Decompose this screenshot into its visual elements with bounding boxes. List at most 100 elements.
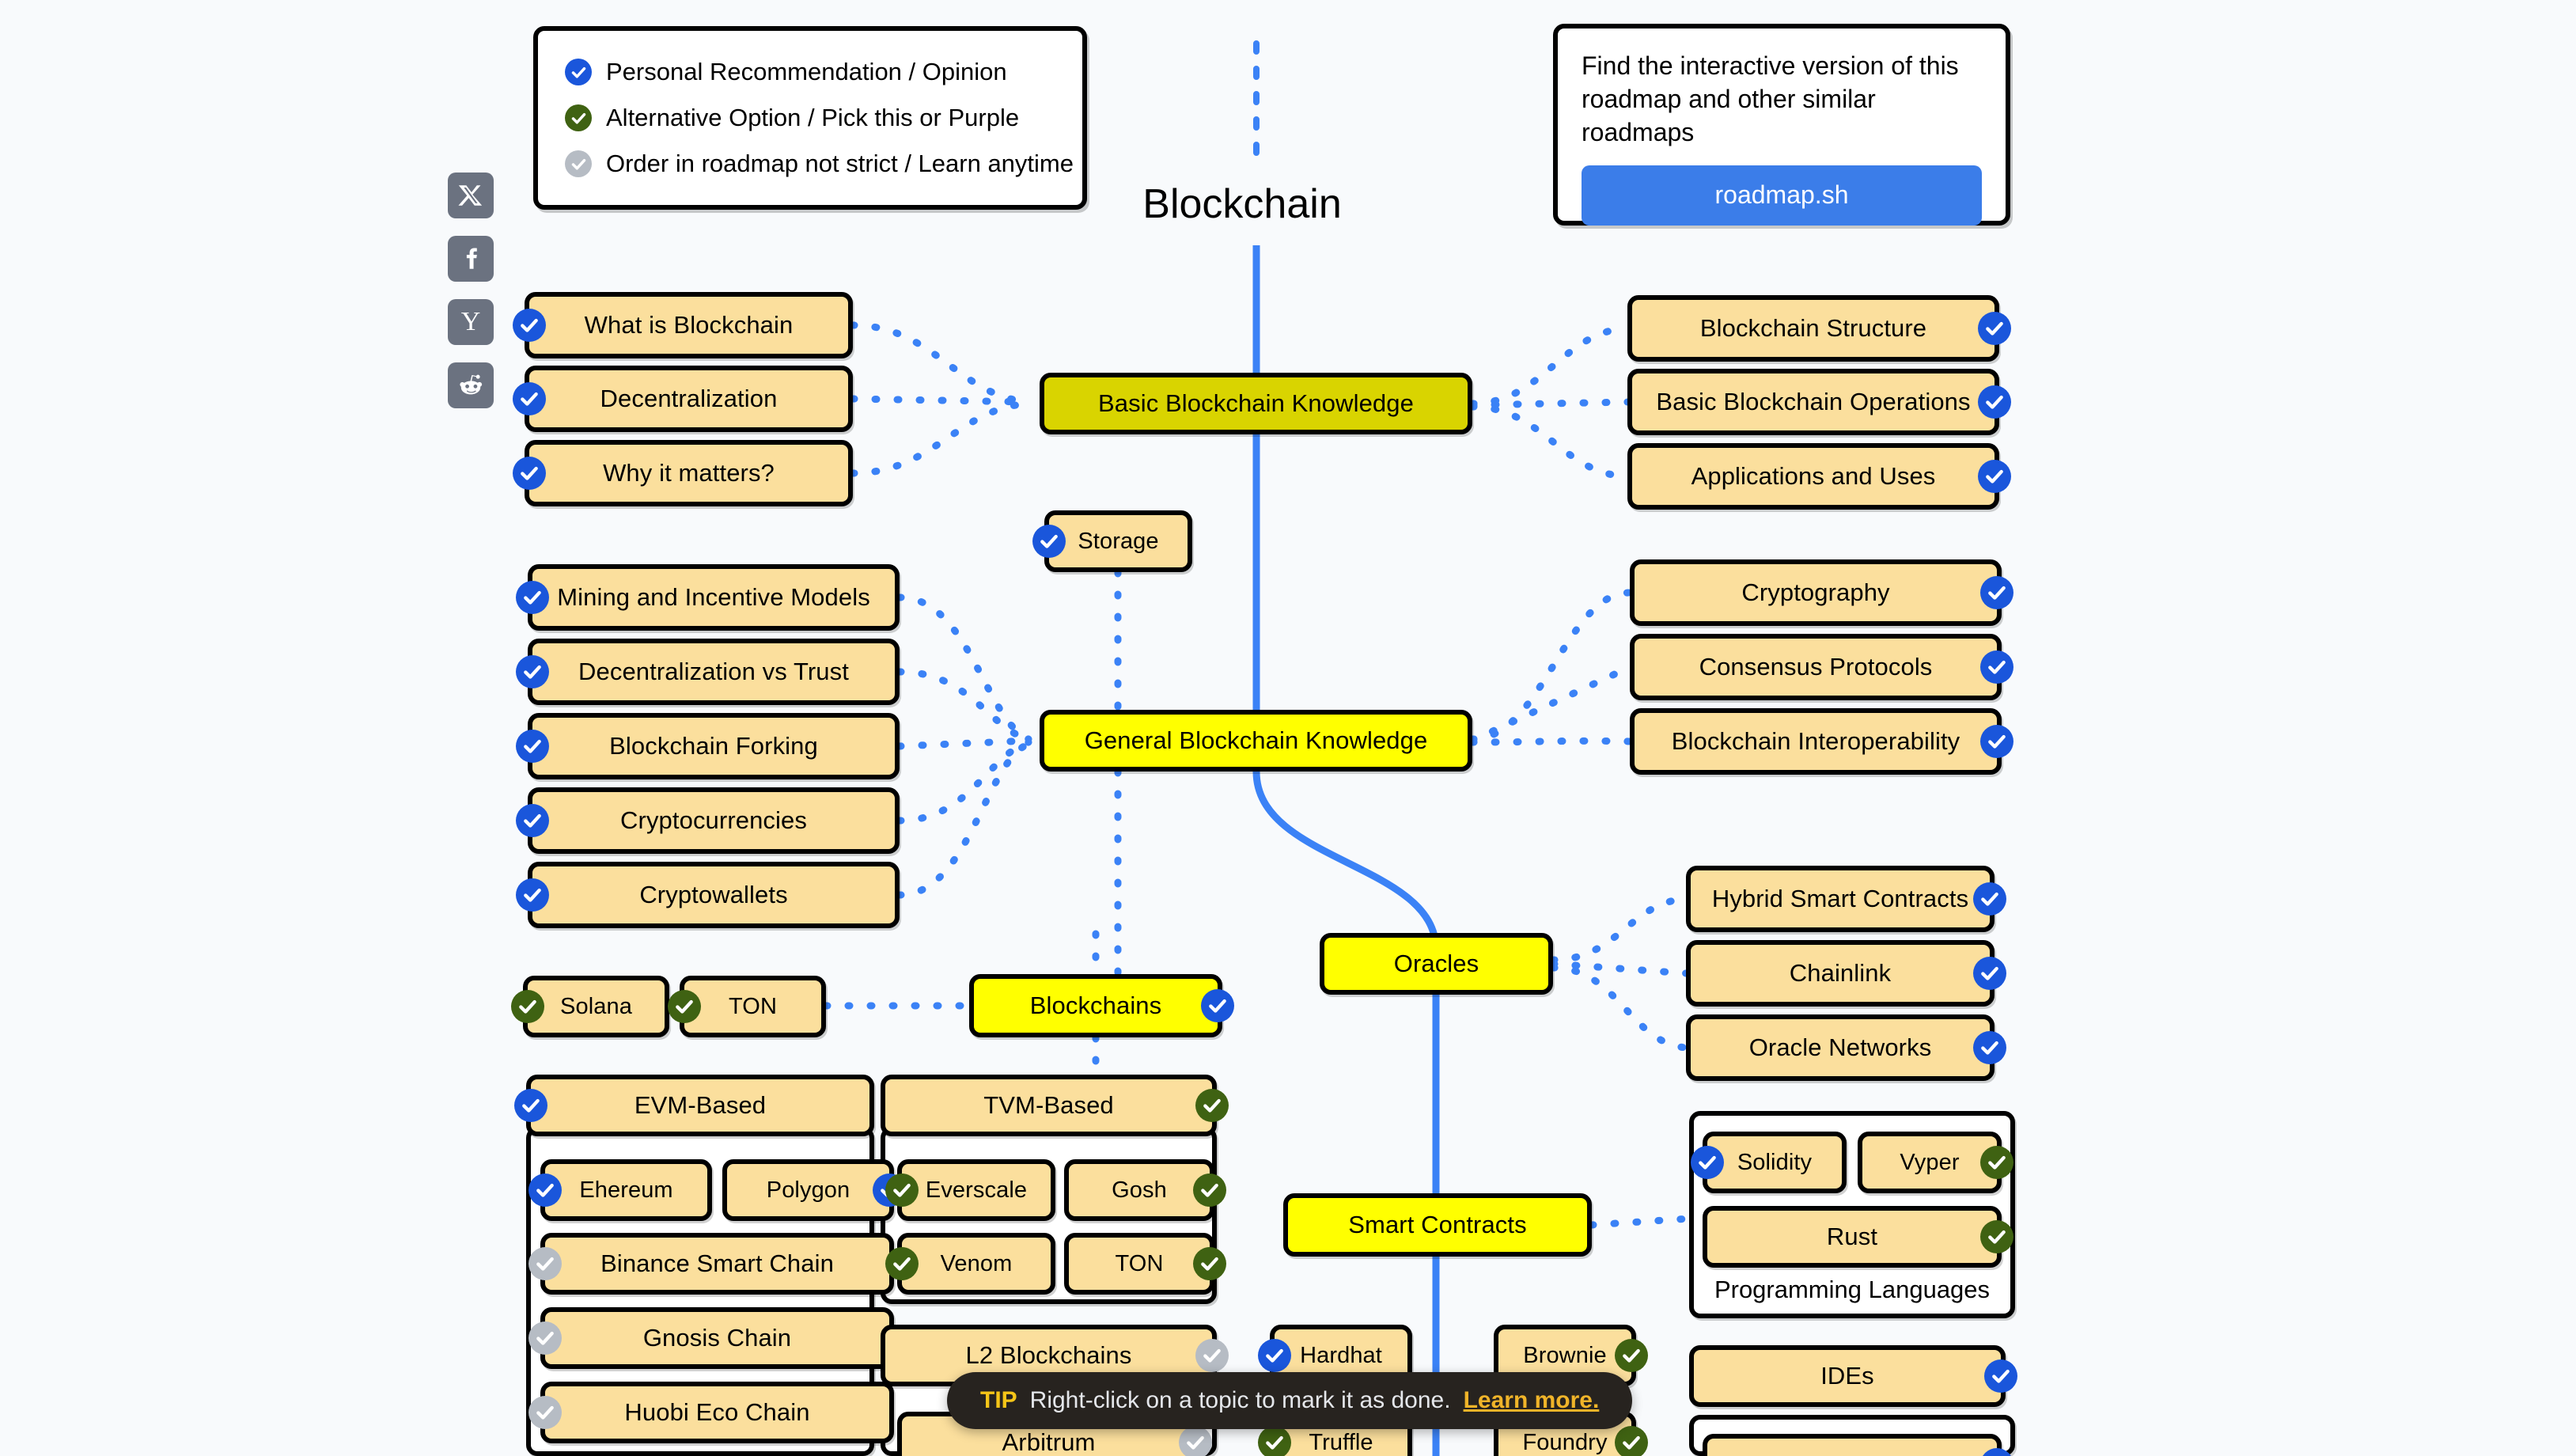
node-storage[interactable]: Storage <box>1032 510 1192 572</box>
status-badge-green-icon[interactable] <box>885 1174 919 1207</box>
node-oracles[interactable]: Oracles <box>1320 933 1553 995</box>
node-solana[interactable]: Solana <box>511 976 669 1037</box>
status-badge-gray-icon[interactable] <box>528 1247 562 1280</box>
node-label: Solidity <box>1737 1149 1813 1175</box>
status-badge-blue-icon[interactable] <box>1980 725 2013 758</box>
node-label: Polygon <box>766 1177 850 1203</box>
status-badge-green-icon[interactable] <box>668 990 701 1023</box>
status-badge-green-icon[interactable] <box>1615 1339 1648 1372</box>
node-everscale[interactable]: Everscale <box>885 1159 1055 1221</box>
node-label: Gnosis Chain <box>642 1323 792 1352</box>
status-badge-blue-icon[interactable] <box>513 382 546 415</box>
node-what-is-blockchain[interactable]: What is Blockchain <box>513 292 853 358</box>
node-blockchain-forking[interactable]: Blockchain Forking <box>516 713 900 779</box>
node-rust[interactable]: Rust <box>1703 1206 2013 1268</box>
node-binance-smart-chain[interactable]: Binance Smart Chain <box>528 1233 894 1295</box>
status-badge-gray-icon[interactable] <box>1195 1339 1229 1372</box>
node-why-it-matters[interactable]: Why it matters? <box>513 440 853 506</box>
node-ides[interactable]: IDEs <box>1689 1345 2017 1407</box>
node-cryptowallets[interactable]: Cryptowallets <box>516 862 900 928</box>
node-blockchains[interactable]: Blockchains <box>969 974 1234 1037</box>
node-gnosis-chain[interactable]: Gnosis Chain <box>528 1307 894 1369</box>
node-label: Brownie <box>1523 1342 1607 1368</box>
status-badge-blue-icon[interactable] <box>1973 1031 2006 1064</box>
status-badge-green-icon[interactable] <box>1615 1426 1648 1456</box>
node-ehereum[interactable]: Ehereum <box>528 1159 712 1221</box>
status-badge-green-icon[interactable] <box>1980 1146 2013 1179</box>
node-ton-alt[interactable]: TON <box>668 976 826 1037</box>
status-badge-blue-icon[interactable] <box>1973 957 2006 990</box>
node-label: Hardhat <box>1300 1342 1382 1368</box>
status-badge-blue-icon[interactable] <box>514 1089 547 1122</box>
status-badge-blue-icon[interactable] <box>1973 882 2006 916</box>
legend-item: Personal Recommendation / Opinion <box>565 58 1055 86</box>
node-chainlink[interactable]: Chainlink <box>1686 940 2006 1007</box>
node-applications-and-uses[interactable]: Applications and Uses <box>1627 443 2011 510</box>
status-badge-green-icon[interactable] <box>1193 1247 1226 1280</box>
node-evm-based[interactable]: EVM-Based <box>514 1075 874 1136</box>
node-gosh[interactable]: Gosh <box>1064 1159 1226 1221</box>
status-badge-blue-icon[interactable] <box>516 804 549 837</box>
status-badge-blue-icon[interactable] <box>1978 312 2011 345</box>
node-smart-contracts[interactable]: Smart Contracts <box>1283 1193 1592 1257</box>
node-blockchain-interoperability[interactable]: Blockchain Interoperability <box>1630 708 2013 775</box>
node-cryptography[interactable]: Cryptography <box>1630 559 2013 626</box>
status-badge-blue-icon[interactable] <box>516 730 549 763</box>
status-badge-blue-icon[interactable] <box>513 457 546 490</box>
status-badge-blue-icon[interactable] <box>516 878 549 912</box>
node-blockchain-structure[interactable]: Blockchain Structure <box>1627 295 2011 362</box>
status-badge-blue-icon[interactable] <box>528 1174 562 1207</box>
x-twitter-icon[interactable] <box>448 173 494 218</box>
hackernews-icon[interactable]: Y <box>448 299 494 345</box>
status-badge-green-icon[interactable] <box>1258 1426 1291 1456</box>
status-badge-blue-icon[interactable] <box>516 655 549 688</box>
status-badge-blue-icon[interactable] <box>516 581 549 614</box>
status-badge-green-icon[interactable] <box>511 990 544 1023</box>
node-tvm-based[interactable]: TVM-Based <box>881 1075 1229 1136</box>
status-badge-green-icon[interactable] <box>1193 1174 1226 1207</box>
node-huobi-eco-chain[interactable]: Huobi Eco Chain <box>528 1382 894 1443</box>
status-badge-blue-icon[interactable] <box>1032 525 1066 558</box>
node-decentralization-vs-trust[interactable]: Decentralization vs Trust <box>516 639 900 705</box>
node-oracle-networks[interactable]: Oracle Networks <box>1686 1014 2006 1081</box>
cta-description: Find the interactive version of this roa… <box>1582 51 1959 147</box>
status-badge-blue-icon[interactable] <box>1980 576 2013 609</box>
facebook-icon[interactable] <box>448 236 494 282</box>
status-badge-blue-icon[interactable] <box>1201 989 1234 1022</box>
reddit-icon[interactable] <box>448 362 494 408</box>
status-badge-blue-icon[interactable] <box>1978 385 2011 419</box>
learn-more-link[interactable]: Learn more. <box>1464 1387 1600 1414</box>
status-badge-green-icon[interactable] <box>1980 1220 2013 1253</box>
node-mining-incentive-models[interactable]: Mining and Incentive Models <box>516 564 900 631</box>
node-label: Oracle Networks <box>1748 1033 1932 1061</box>
node-consensus-protocols[interactable]: Consensus Protocols <box>1630 634 2013 700</box>
status-badge-gray-icon[interactable] <box>1179 1426 1212 1456</box>
node-label: Foundry <box>1522 1429 1608 1455</box>
status-badge-blue-icon[interactable] <box>1691 1146 1724 1179</box>
node-decentralization[interactable]: Decentralization <box>513 366 853 432</box>
node-solidity[interactable]: Solidity <box>1691 1132 1847 1193</box>
node-bottom-hidden[interactable] <box>1703 1434 2013 1456</box>
social-share-rail: Y <box>448 173 494 408</box>
node-basic-blockchain-ops[interactable]: Basic Blockchain Operations <box>1627 369 2011 435</box>
node-vyper[interactable]: Vyper <box>1858 1132 2013 1193</box>
node-cryptocurrencies[interactable]: Cryptocurrencies <box>516 787 900 854</box>
node-general-blockchain-knowledge[interactable]: General Blockchain Knowledge <box>1040 710 1472 772</box>
status-badge-blue-icon[interactable] <box>513 309 546 342</box>
node-polygon[interactable]: Polygon <box>722 1159 906 1221</box>
node-venom[interactable]: Venom <box>885 1233 1055 1295</box>
node-hybrid-smart-contracts[interactable]: Hybrid Smart Contracts <box>1686 866 2006 932</box>
status-badge-gray-icon[interactable] <box>528 1396 562 1429</box>
node-ton-tvm[interactable]: TON <box>1064 1233 1226 1295</box>
node-basic-blockchain-knowledge[interactable]: Basic Blockchain Knowledge <box>1040 373 1472 434</box>
status-badge-green-icon[interactable] <box>1195 1089 1229 1122</box>
status-badge-blue-icon[interactable] <box>1980 650 2013 684</box>
status-badge-blue-icon[interactable] <box>1984 1359 2017 1393</box>
legend-item: Alternative Option / Pick this or Purple <box>565 104 1055 132</box>
status-badge-gray-icon[interactable] <box>528 1321 562 1355</box>
status-badge-green-icon[interactable] <box>885 1247 919 1280</box>
status-badge-blue-icon[interactable] <box>1258 1339 1291 1372</box>
status-badge-blue-icon[interactable] <box>1978 460 2011 493</box>
roadmap-sh-button[interactable]: roadmap.sh <box>1582 165 1982 226</box>
tip-toast: TIP Right-click on a topic to mark it as… <box>947 1372 1633 1429</box>
